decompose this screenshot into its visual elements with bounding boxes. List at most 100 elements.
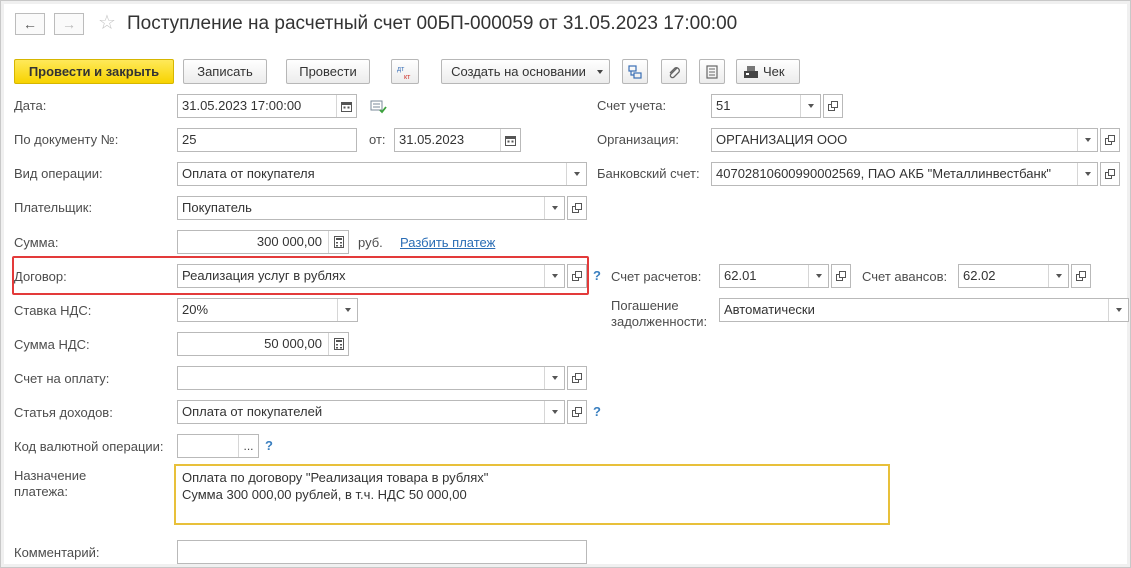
doc-number-field[interactable]: 25 bbox=[177, 128, 357, 152]
document-window: ← → ☆ Поступление на расчетный счет 00БП… bbox=[0, 0, 1131, 568]
dropdown-arrow-icon[interactable] bbox=[1048, 265, 1068, 287]
create-based-on-button[interactable]: Создать на основании bbox=[441, 59, 610, 84]
advance-account-value: 62.02 bbox=[963, 268, 996, 283]
debt-repayment-label-line1: Погашение bbox=[611, 298, 679, 313]
settlement-account-value: 62.01 bbox=[724, 268, 757, 283]
payer-select[interactable]: Покупатель bbox=[177, 196, 565, 220]
dt-kt-icon: дт кт bbox=[397, 66, 411, 81]
calendar-icon[interactable] bbox=[336, 95, 356, 117]
open-window-icon bbox=[572, 407, 582, 417]
open-account-button[interactable] bbox=[823, 94, 843, 118]
contract-select[interactable]: Реализация услуг в рублях bbox=[177, 264, 565, 288]
dropdown-arrow-icon[interactable] bbox=[1108, 299, 1128, 321]
bank-account-label: Банковский счет: bbox=[597, 166, 700, 181]
receipt-label: Чек bbox=[763, 64, 785, 79]
cash-register-icon bbox=[744, 66, 758, 78]
contract-help-icon[interactable]: ? bbox=[593, 268, 601, 284]
arrow-right-icon: → bbox=[62, 16, 76, 32]
payment-purpose-label-line2: платежа: bbox=[14, 484, 68, 499]
vat-rate-select[interactable]: 20% bbox=[177, 298, 358, 322]
open-bank-account-button[interactable] bbox=[1100, 162, 1120, 186]
select-ellipsis-button[interactable]: ... bbox=[238, 435, 258, 457]
income-item-label: Статья доходов: bbox=[14, 405, 113, 420]
calculator-icon[interactable] bbox=[328, 231, 348, 253]
settlement-account-select[interactable]: 62.01 bbox=[719, 264, 829, 288]
payment-purpose-line2: Сумма 300 000,00 рублей, в т.ч. НДС 50 0… bbox=[182, 487, 467, 502]
invoice-select[interactable] bbox=[177, 366, 565, 390]
settlement-account-label: Счет расчетов: bbox=[611, 269, 702, 284]
forward-button[interactable]: → bbox=[54, 13, 84, 35]
chevron-down-icon bbox=[597, 70, 603, 74]
income-item-help-icon[interactable]: ? bbox=[593, 404, 601, 420]
dropdown-arrow-icon[interactable] bbox=[800, 95, 820, 117]
dt-kt-button[interactable]: дт кт bbox=[391, 59, 419, 84]
open-window-icon bbox=[1076, 271, 1086, 281]
post-button[interactable]: Провести bbox=[286, 59, 370, 84]
open-window-icon bbox=[828, 101, 838, 111]
advance-account-select[interactable]: 62.02 bbox=[958, 264, 1069, 288]
date-field[interactable]: 31.05.2023 17:00:00 bbox=[177, 94, 357, 118]
dropdown-arrow-icon[interactable] bbox=[1077, 163, 1097, 185]
open-advance-account-button[interactable] bbox=[1071, 264, 1091, 288]
open-contract-button[interactable] bbox=[567, 264, 587, 288]
dropdown-arrow-icon[interactable] bbox=[808, 265, 828, 287]
invoice-label: Счет на оплату: bbox=[14, 371, 110, 386]
arrow-left-icon: ← bbox=[23, 16, 37, 32]
dropdown-arrow-icon[interactable] bbox=[337, 299, 357, 321]
doc-date-field[interactable]: 31.05.2023 bbox=[394, 128, 521, 152]
calculator-icon[interactable] bbox=[328, 333, 348, 355]
calendar-icon[interactable] bbox=[500, 129, 520, 151]
open-organization-button[interactable] bbox=[1100, 128, 1120, 152]
currency-operation-field[interactable]: ... bbox=[177, 434, 259, 458]
create-based-on-label: Создать на основании bbox=[451, 64, 586, 79]
dropdown-arrow-icon[interactable] bbox=[544, 401, 564, 423]
open-income-item-button[interactable] bbox=[567, 400, 587, 424]
dropdown-arrow-icon[interactable] bbox=[544, 197, 564, 219]
vat-sum-field[interactable]: 50 000,00 bbox=[177, 332, 349, 356]
debt-repayment-select[interactable]: Автоматически bbox=[719, 298, 1129, 322]
bank-account-select[interactable]: 40702810600990002569, ПАО АКБ "Металлинв… bbox=[711, 162, 1098, 186]
payment-purpose-label-line1: Назначение bbox=[14, 468, 87, 483]
currency-operation-help-icon[interactable]: ? bbox=[265, 438, 273, 454]
payment-purpose-textarea[interactable]: Оплата по договору "Реализация товара в … bbox=[174, 464, 890, 525]
vat-sum-value: 50 000,00 bbox=[264, 336, 322, 351]
organization-select[interactable]: ОРГАНИЗАЦИЯ ООО bbox=[711, 128, 1098, 152]
svg-text:кт: кт bbox=[404, 74, 411, 81]
post-and-close-button[interactable]: Провести и закрыть bbox=[14, 59, 174, 84]
document-check-icon[interactable] bbox=[370, 99, 388, 115]
open-window-icon bbox=[1105, 135, 1115, 145]
open-invoice-button[interactable] bbox=[567, 366, 587, 390]
dropdown-arrow-icon[interactable] bbox=[566, 163, 586, 185]
organization-label: Организация: bbox=[597, 132, 680, 147]
report-button[interactable] bbox=[699, 59, 725, 84]
doc-number-label: По документу №: bbox=[14, 132, 119, 147]
structure-button[interactable] bbox=[622, 59, 648, 84]
open-window-icon bbox=[1105, 169, 1115, 179]
open-settlement-account-button[interactable] bbox=[831, 264, 851, 288]
dropdown-arrow-icon[interactable] bbox=[544, 367, 564, 389]
open-payer-button[interactable] bbox=[567, 196, 587, 220]
income-item-value: Оплата от покупателей bbox=[182, 404, 323, 419]
debt-repayment-value: Автоматически bbox=[724, 302, 815, 317]
vat-sum-label: Сумма НДС: bbox=[14, 337, 90, 352]
operation-type-select[interactable]: Оплата от покупателя bbox=[177, 162, 587, 186]
back-button[interactable]: ← bbox=[15, 13, 45, 35]
comment-field[interactable] bbox=[177, 540, 587, 564]
receipt-button[interactable]: Чек bbox=[736, 59, 800, 84]
bank-account-value: 40702810600990002569, ПАО АКБ "Металлинв… bbox=[716, 166, 1052, 181]
save-button[interactable]: Записать bbox=[183, 59, 267, 84]
open-window-icon bbox=[572, 203, 582, 213]
split-payment-link[interactable]: Разбить платеж bbox=[400, 235, 495, 251]
operation-type-value: Оплата от покупателя bbox=[182, 166, 315, 181]
comment-label: Комментарий: bbox=[14, 545, 100, 560]
dropdown-arrow-icon[interactable] bbox=[1077, 129, 1097, 151]
date-label: Дата: bbox=[14, 98, 47, 113]
dropdown-arrow-icon[interactable] bbox=[544, 265, 564, 287]
income-item-select[interactable]: Оплата от покупателей bbox=[177, 400, 565, 424]
doc-number-value: 25 bbox=[182, 132, 197, 147]
account-select[interactable]: 51 bbox=[711, 94, 821, 118]
attach-button[interactable] bbox=[661, 59, 687, 84]
sum-field[interactable]: 300 000,00 bbox=[177, 230, 349, 254]
favorite-star-icon[interactable]: ☆ bbox=[98, 12, 116, 34]
currency-label: руб. bbox=[358, 235, 383, 250]
